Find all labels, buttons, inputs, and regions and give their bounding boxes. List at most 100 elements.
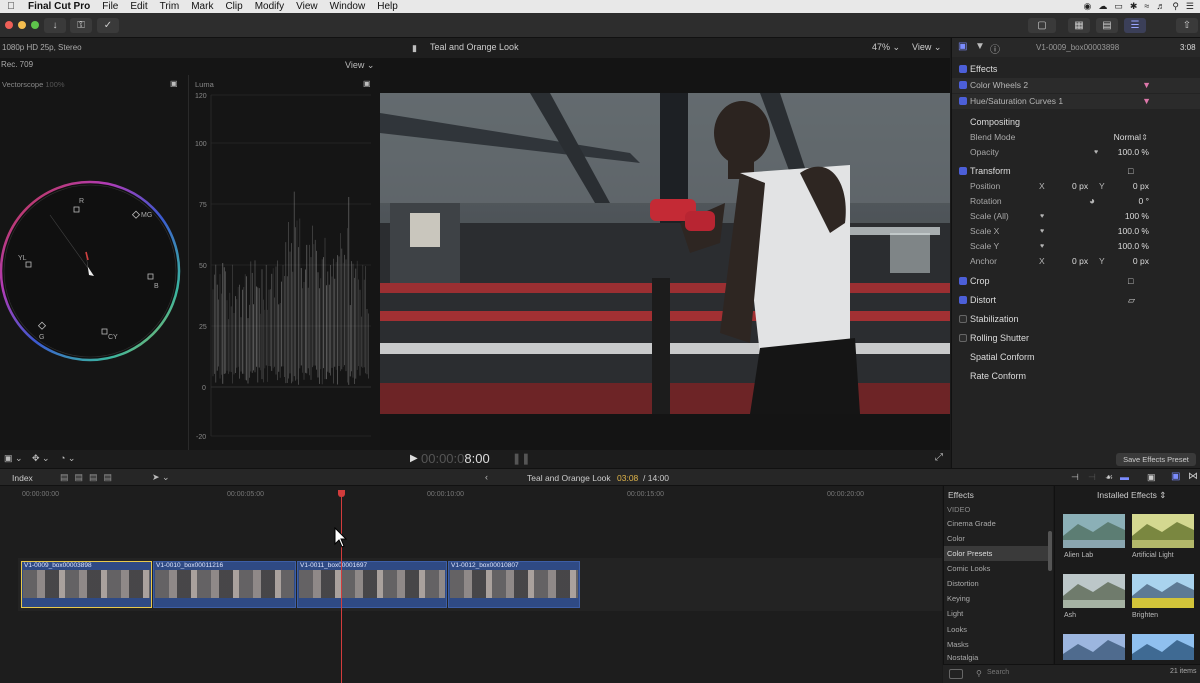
thumbnail-artificial-light[interactable] xyxy=(1132,514,1194,548)
video-frame[interactable] xyxy=(380,93,950,414)
menu-clip[interactable]: Clip xyxy=(219,0,248,13)
distort-section[interactable]: Distort ▱ xyxy=(952,293,1200,308)
thumbnail-alien-lab[interactable] xyxy=(1063,514,1125,548)
timeline-clip[interactable]: V1-0012_box00010807 xyxy=(448,561,580,608)
fx-list-toggle-icon[interactable] xyxy=(949,669,963,679)
menu-window[interactable]: Window xyxy=(324,0,372,13)
fx-category-cinema-grade[interactable]: Cinema Grade xyxy=(944,516,1048,531)
rate-conform-section[interactable]: Rate Conform xyxy=(952,369,1200,384)
fx-category-comic-looks[interactable]: Comic Looks xyxy=(944,561,1048,576)
timeline-clip[interactable]: V1-0010_box00011216 xyxy=(153,561,296,608)
fx-category-keying[interactable]: Keying xyxy=(944,591,1048,606)
library-view-icon[interactable]: ▢ xyxy=(1028,18,1056,33)
spatial-conform-section[interactable]: Spatial Conform xyxy=(952,350,1200,365)
volume-icon[interactable]: ♬ xyxy=(1156,0,1165,13)
transitions-icon[interactable]: ⋈ xyxy=(1188,471,1198,482)
airplay-icon[interactable]: ▭ xyxy=(1114,0,1123,13)
blend-mode-row[interactable]: Blend Mode Normal ⇕ xyxy=(952,130,1200,145)
fx-category-color-presets[interactable]: Color Presets xyxy=(944,546,1048,561)
fx-category-color[interactable]: Color xyxy=(944,531,1048,546)
fx-category-video[interactable]: VIDEO xyxy=(944,502,1048,517)
transform-tool-icon[interactable]: ✥ ⌄ xyxy=(32,453,50,464)
browser-toggle-icon[interactable]: ▦ xyxy=(1068,18,1090,33)
import-icon[interactable]: ↓ xyxy=(44,18,66,33)
speed-tool-icon[interactable]: ◔ ⌄ xyxy=(60,453,75,464)
zoom-window-button[interactable] xyxy=(31,21,39,29)
menu-edit[interactable]: Edit xyxy=(124,0,153,13)
video-inspector-icon[interactable]: ▣ xyxy=(958,41,967,52)
menu-modify[interactable]: Modify xyxy=(249,0,290,13)
thumbnail-brighten[interactable] xyxy=(1132,574,1194,608)
effects-browser-toggle-icon[interactable]: ▣ xyxy=(1147,472,1156,483)
index-button[interactable]: Index xyxy=(12,473,33,483)
apple-menu-icon[interactable]:  xyxy=(0,1,22,12)
close-window-button[interactable] xyxy=(5,21,13,29)
inspector-toggle-icon[interactable]: ☰ xyxy=(1124,18,1146,33)
scale-x-row[interactable]: Scale X ♥ 100.0 % xyxy=(952,224,1200,239)
menu-view[interactable]: View xyxy=(290,0,324,13)
effects-section[interactable]: Effects xyxy=(952,62,1200,77)
rolling-shutter-section[interactable]: Rolling Shutter xyxy=(952,331,1200,346)
anchor-row[interactable]: Anchor X 0 px Y 0 px xyxy=(952,254,1200,269)
fx-category-nostalgia[interactable]: Nostalgia xyxy=(944,652,1048,662)
effect-color-wheels[interactable]: Color Wheels 2 ▼ xyxy=(952,78,1200,93)
play-button[interactable]: ▶ xyxy=(410,453,418,464)
playhead-handle[interactable] xyxy=(338,490,345,497)
keywords-icon[interactable]: ⚿ xyxy=(70,18,92,33)
stabilization-section[interactable]: Stabilization xyxy=(952,312,1200,327)
installed-effects-dropdown[interactable]: Installed Effects ⇕ xyxy=(1097,490,1166,501)
fullscreen-icon[interactable]: ⤢ xyxy=(935,452,943,463)
opacity-row[interactable]: Opacity ♥ 100.0 % xyxy=(952,145,1200,160)
bluetooth-icon[interactable]: ✱ xyxy=(1130,0,1138,13)
fx-category-looks[interactable]: Looks xyxy=(944,622,1048,637)
color-inspector-icon[interactable]: ▼ xyxy=(975,41,985,52)
clip-appearance-icons[interactable]: ▤▤▤▤ xyxy=(60,472,118,483)
crop-section[interactable]: Crop □ xyxy=(952,274,1200,289)
info-inspector-icon[interactable]: ⓘ xyxy=(990,41,1000,56)
snapping-icon[interactable]: ▬ xyxy=(1120,472,1129,482)
skimming-icon[interactable]: ⊣ xyxy=(1071,472,1079,483)
timeline-clip[interactable]: V1-0011_box00001697 xyxy=(297,561,447,608)
scale-y-row[interactable]: Scale Y ♥ 100.0 % xyxy=(952,239,1200,254)
fx-category-masks[interactable]: Masks xyxy=(944,637,1048,652)
effects-search-input[interactable]: Search xyxy=(987,669,1009,676)
viewer-display-options-icon[interactable]: ▣ ⌄ xyxy=(4,453,23,464)
wifi-icon[interactable]: ≈ xyxy=(1144,0,1149,13)
thumbnail-row3-b[interactable] xyxy=(1132,634,1194,660)
zoom-dropdown[interactable]: 47% ⌄ xyxy=(872,42,900,53)
rotation-row[interactable]: Rotation ◕ 0 ° xyxy=(952,194,1200,209)
timeline-clip[interactable]: V1-0009_box00003898 xyxy=(21,561,152,608)
timeline-toggle-icon[interactable]: ▤ xyxy=(1096,18,1118,33)
thumbnail-row3-a[interactable] xyxy=(1063,634,1125,660)
select-tool-icon[interactable]: ➤ ⌄ xyxy=(152,472,170,483)
notification-center-icon[interactable]: ☰ xyxy=(1186,0,1194,13)
playhead[interactable] xyxy=(341,492,342,683)
viewer-view-dropdown[interactable]: View ⌄ xyxy=(912,42,941,53)
transform-section[interactable]: Transform □ xyxy=(952,164,1200,179)
timeline-back-button[interactable]: ‹ xyxy=(485,472,488,482)
fx-list-scrollbar[interactable] xyxy=(1048,531,1052,571)
background-tasks-icon[interactable]: ✓ xyxy=(97,18,119,33)
save-effects-preset-button[interactable]: Save Effects Preset xyxy=(1116,453,1196,466)
transitions-browser-icon[interactable]: ▣ xyxy=(1171,471,1180,482)
timecode-display[interactable]: 00:00:08:00 xyxy=(421,451,490,466)
share-icon[interactable]: ⇧ xyxy=(1176,18,1198,33)
menu-app-name[interactable]: Final Cut Pro xyxy=(22,0,96,13)
scale-all-row[interactable]: Scale (All) ♥ 100 % xyxy=(952,209,1200,224)
position-row[interactable]: Position X 0 px Y 0 px xyxy=(952,179,1200,194)
solo-icon[interactable]: ☙ xyxy=(1105,472,1113,483)
fx-category-distortion[interactable]: Distortion xyxy=(944,576,1048,591)
effect-hue-sat-curves[interactable]: Hue/Saturation Curves 1 ▼ xyxy=(952,94,1200,109)
thumbnail-ash[interactable] xyxy=(1063,574,1125,608)
screen-record-icon[interactable]: ◉ xyxy=(1083,0,1091,13)
menu-mark[interactable]: Mark xyxy=(185,0,219,13)
search-icon[interactable]: ⚲ xyxy=(1172,0,1179,13)
compositing-section[interactable]: Compositing xyxy=(952,115,1200,130)
menu-trim[interactable]: Trim xyxy=(154,0,186,13)
audio-skimming-icon[interactable]: ⊣ xyxy=(1088,472,1096,483)
timeline-ruler[interactable]: 00:00:00:00 00:00:05:00 00:00:10:00 00:0… xyxy=(0,488,942,500)
menu-help[interactable]: Help xyxy=(371,0,404,13)
fx-category-light[interactable]: Light xyxy=(944,606,1048,621)
minimize-window-button[interactable] xyxy=(18,21,26,29)
scopes-view-dropdown[interactable]: View ⌄ xyxy=(345,60,374,71)
